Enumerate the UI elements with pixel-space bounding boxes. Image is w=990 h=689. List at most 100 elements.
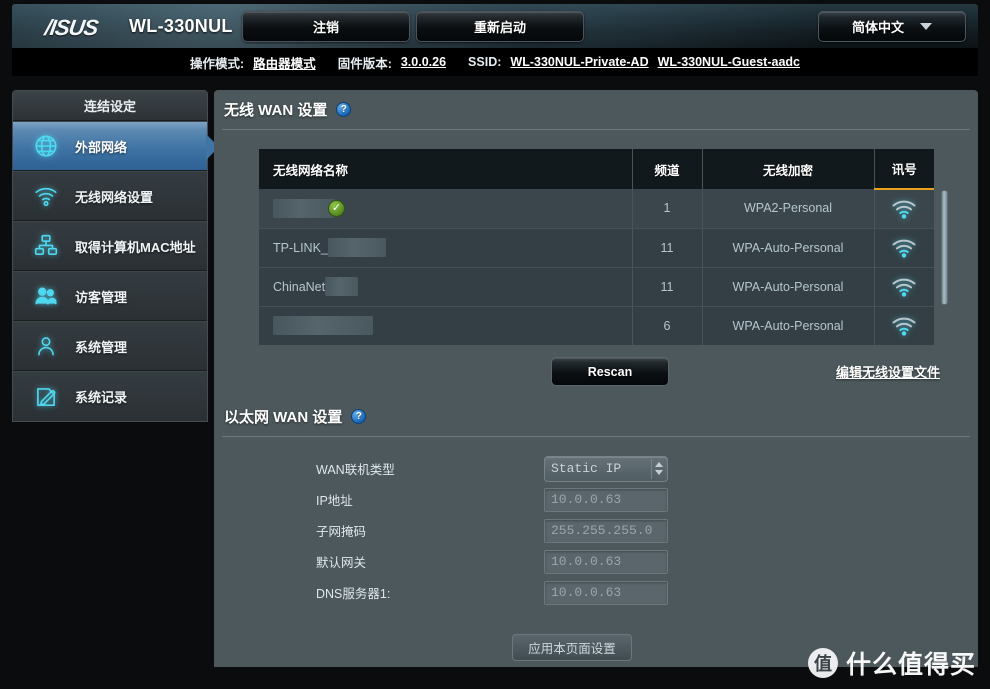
- sidebar-item-label: 取得计算机MAC地址: [75, 239, 196, 255]
- table-scrollbar[interactable]: [941, 190, 948, 320]
- logout-button[interactable]: 注销: [242, 11, 410, 42]
- cell-signal: [874, 305, 935, 345]
- redacted-ssid-block: [273, 316, 373, 336]
- cell-channel: 6: [632, 305, 703, 345]
- field-label: IP地址: [316, 494, 353, 508]
- cell-ssid[interactable]: ✓: [259, 189, 633, 228]
- spinner-arrows-icon[interactable]: [651, 458, 666, 479]
- wireless-scan-table-wrap: 无线网络名称 频道 无线加密 讯号 ✓ 1 WPA2-Personal TP-LINK…: [259, 149, 948, 345]
- column-header-0: 无线网络名称: [259, 149, 633, 189]
- table-header-row: 无线网络名称 频道 无线加密 讯号: [259, 149, 934, 190]
- sidebar-item-0[interactable]: 外部网络: [13, 121, 219, 171]
- firmware-value[interactable]: 3.0.0.26: [401, 55, 446, 69]
- sidebar-item-label: 系统管理: [75, 339, 128, 355]
- table-row[interactable]: ✓ 1 WPA2-Personal: [259, 189, 934, 228]
- cell-encryption: WPA-Auto-Personal: [702, 305, 875, 345]
- cell-channel: 1: [632, 189, 703, 228]
- cell-ssid[interactable]: TP-LINK_: [259, 227, 633, 267]
- wifi-icon: [29, 181, 63, 211]
- sidebar-item-5[interactable]: 系统记录: [13, 371, 207, 421]
- field-label: DNS服务器1:: [316, 587, 391, 601]
- sidebar-item-3[interactable]: 访客管理: [13, 271, 207, 321]
- field-input-3[interactable]: 10.0.0.63: [544, 549, 668, 574]
- form-row: IP地址 10.0.0.63: [214, 484, 978, 515]
- cell-encryption: WPA-Auto-Personal: [702, 227, 875, 267]
- redacted-ssid-block: [325, 277, 359, 296]
- wifi-signal-icon: [875, 199, 935, 219]
- sidebar-item-1[interactable]: 无线网络设置: [13, 171, 207, 221]
- wan-type-select-wrap[interactable]: Static IP: [544, 455, 668, 482]
- ethernet-title-divider: [222, 436, 970, 437]
- question-mark-icon[interactable]: ?: [351, 409, 367, 424]
- ethernet-wan-title-row: 以太网 WAN 设置 ?: [214, 397, 978, 436]
- asus-logo: /ISUS: [43, 15, 100, 40]
- ethernet-wan-title: 以太网 WAN 设置: [224, 409, 343, 426]
- form-row: DNS服务器1: 10.0.0.63: [214, 577, 978, 608]
- sidebar-item-label: 外部网络: [75, 139, 128, 155]
- field-label: 子网掩码: [316, 525, 367, 539]
- ssid-name-text: TP-LINK_: [273, 240, 328, 255]
- language-selector[interactable]: 简体中文: [818, 11, 966, 42]
- field-input-2[interactable]: 255.255.255.0: [544, 518, 668, 543]
- edit-wireless-profile-link[interactable]: 编辑无线设置文件: [836, 362, 940, 381]
- sidebar-nav: 连结设定 外部网络无线网络设置取得计算机MAC地址 访客管理系统管理系统记录: [12, 90, 219, 422]
- sidebar-item-2[interactable]: 取得计算机MAC地址: [13, 221, 207, 271]
- wifi-signal-icon: [875, 277, 935, 297]
- question-mark-icon[interactable]: ?: [336, 102, 352, 117]
- language-label: 简体中文: [851, 20, 904, 35]
- ssid-guest-value[interactable]: WL-330NUL-Guest-aadc: [658, 55, 800, 69]
- redacted-ssid-block: [327, 238, 386, 257]
- table-row[interactable]: ChinaNet 11 WPA-Auto-Personal: [259, 266, 935, 306]
- wireless-wan-title-row: 无线 WAN 设置 ?: [214, 90, 978, 129]
- form-row: 子网掩码 255.255.255.0: [214, 515, 978, 546]
- title-divider: [222, 129, 970, 130]
- form-row: 默认网关 10.0.0.63: [214, 546, 978, 577]
- cell-signal: [874, 227, 934, 267]
- top-header-bar: /ISUS WL-330NUL 注销 重新启动 简体中文: [12, 4, 978, 48]
- field-label: 默认网关: [316, 556, 367, 570]
- ssid-name-text: ChinaNet: [273, 279, 326, 294]
- selected-check-icon: ✓: [328, 199, 345, 217]
- page-title: 无线 WAN 设置: [224, 102, 328, 119]
- sidebar-item-4[interactable]: 系统管理: [13, 321, 207, 371]
- op-mode-label: 操作模式:: [190, 56, 245, 71]
- column-header-3: 讯号: [874, 149, 934, 190]
- network-nodes-icon: [29, 231, 63, 261]
- wifi-signal-icon: [875, 316, 935, 336]
- person-icon: [29, 331, 63, 361]
- wireless-scan-table: 无线网络名称 频道 无线加密 讯号 ✓ 1 WPA2-Personal TP-LINK…: [259, 149, 934, 345]
- sidebar-title: 连结设定: [13, 91, 207, 121]
- field-input-1[interactable]: 10.0.0.63: [544, 487, 668, 512]
- redacted-ssid-block: [273, 198, 335, 218]
- cell-ssid[interactable]: [259, 305, 633, 345]
- rescan-button[interactable]: Rescan: [551, 357, 669, 386]
- scrollbar-thumb[interactable]: [941, 190, 948, 305]
- sidebar-item-label: 系统记录: [75, 390, 128, 405]
- chevron-down-icon: [920, 23, 932, 30]
- status-info-bar: 操作模式: 路由器模式 固件版本: 3.0.0.26 SSID: WL-330N…: [12, 48, 978, 76]
- table-row[interactable]: 6 WPA-Auto-Personal: [259, 305, 935, 345]
- cell-signal: [874, 189, 934, 228]
- ssid-private-value[interactable]: WL-330NUL-Private-AD: [510, 55, 648, 69]
- globe-icon: [29, 131, 63, 161]
- ethernet-wan-form: WAN联机类型 Static IP IP地址 10.0.0.63 子网掩码 255.2…: [214, 453, 978, 608]
- apply-row: 应用本页面设置: [214, 634, 978, 661]
- sidebar-item-label: 访客管理: [75, 289, 128, 305]
- field-label: WAN联机类型: [316, 463, 395, 477]
- field-input-4[interactable]: 10.0.0.63: [544, 580, 668, 605]
- apply-settings-button[interactable]: 应用本页面设置: [512, 634, 632, 661]
- users-icon: [29, 281, 63, 311]
- scan-actions-row: Rescan 编辑无线设置文件: [214, 357, 978, 397]
- main-content-panel: 无线 WAN 设置 ? 无线网络名称 频道 无线加密 讯号 ✓ 1 WPA2-Pers…: [214, 90, 978, 667]
- table-row[interactable]: TP-LINK_ 11 WPA-Auto-Personal: [259, 227, 934, 267]
- op-mode-value[interactable]: 路由器模式: [253, 53, 316, 72]
- cell-encryption: WPA-Auto-Personal: [702, 266, 875, 306]
- reboot-button[interactable]: 重新启动: [416, 11, 584, 42]
- cell-ssid[interactable]: ChinaNet: [259, 266, 633, 306]
- router-model-label: WL-330NUL: [129, 16, 233, 36]
- column-header-2: 无线加密: [702, 149, 875, 189]
- pencil-note-icon: [29, 382, 63, 412]
- wan-connection-type-select[interactable]: Static IP: [544, 455, 668, 482]
- column-header-1: 频道: [632, 149, 703, 189]
- form-row: WAN联机类型 Static IP: [214, 453, 978, 484]
